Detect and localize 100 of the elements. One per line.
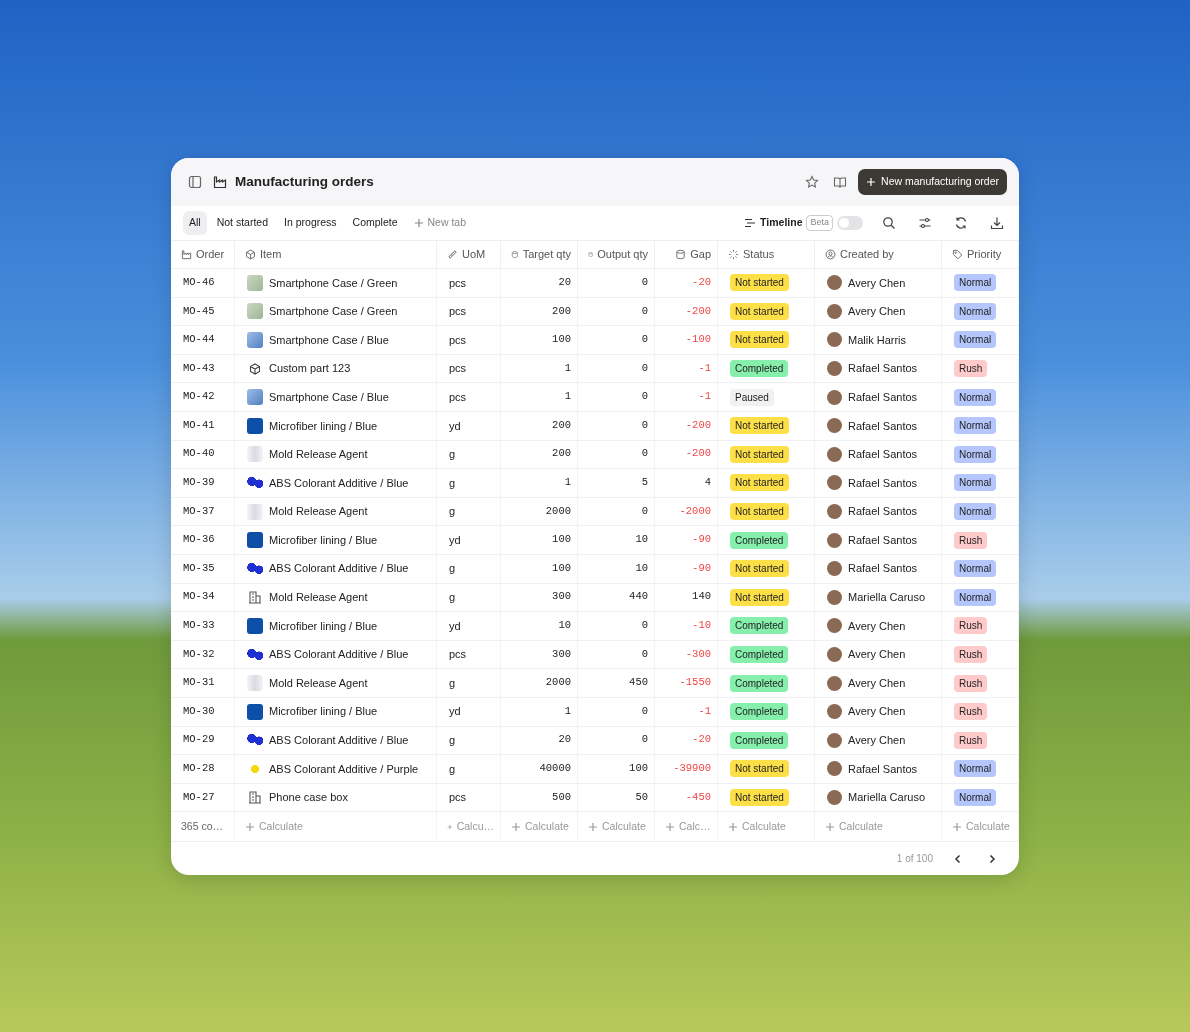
gap-qty: -200 bbox=[655, 440, 718, 470]
gap-qty: -1 bbox=[655, 354, 718, 384]
order-id: MO-39 bbox=[171, 469, 235, 498]
target-qty: 200 bbox=[501, 297, 578, 327]
new-order-button[interactable]: New manufacturing order bbox=[858, 169, 1007, 195]
order-id: MO-32 bbox=[171, 640, 235, 670]
plus-icon bbox=[245, 821, 255, 832]
priority-badge: Rush bbox=[954, 674, 988, 692]
avatar-circle bbox=[827, 561, 842, 577]
building-icon bbox=[247, 789, 263, 806]
output-qty: 0 bbox=[578, 497, 655, 527]
avatar-circle bbox=[827, 504, 842, 520]
target-qty: 200 bbox=[501, 411, 578, 441]
column-header[interactable]: UoM bbox=[437, 241, 501, 269]
unit-text: g bbox=[437, 554, 501, 584]
database-icon bbox=[588, 249, 594, 260]
column-header[interactable]: Item bbox=[235, 241, 437, 269]
gap-qty: -1 bbox=[655, 697, 718, 727]
creator-cell: Avery Chen bbox=[815, 269, 942, 298]
priority-badge: Rush bbox=[954, 731, 988, 749]
plus-icon bbox=[952, 821, 962, 832]
database-icon bbox=[511, 249, 519, 260]
avatar-circle bbox=[827, 389, 842, 405]
status-badge: Not started bbox=[730, 789, 789, 806]
order-id: MO-31 bbox=[171, 669, 235, 698]
status-badge: Not started bbox=[730, 560, 789, 578]
item-cell: Mold Release Agent bbox=[235, 583, 437, 613]
gap-qty: -1550 bbox=[655, 669, 718, 698]
target-qty: 2000 bbox=[501, 669, 578, 698]
output-qty: 5 bbox=[578, 469, 655, 498]
order-id: MO-27 bbox=[171, 783, 235, 813]
priority-badge: Normal bbox=[954, 274, 997, 292]
target-qty: 10 bbox=[501, 612, 578, 641]
gap-qty: -90 bbox=[655, 526, 718, 555]
column-header[interactable]: Output qty bbox=[578, 241, 655, 269]
view-tab[interactable]: All bbox=[183, 211, 207, 235]
column-header[interactable]: Priority bbox=[942, 241, 1019, 269]
output-qty: 0 bbox=[578, 726, 655, 756]
gap-qty: -90 bbox=[655, 554, 718, 584]
creator-cell: Avery Chen bbox=[815, 297, 942, 327]
cube-icon bbox=[245, 249, 256, 260]
new-tab-button[interactable]: New tab bbox=[407, 214, 473, 232]
target-qty: 2000 bbox=[501, 497, 578, 527]
item-cell: Smartphone Case / Green bbox=[235, 297, 437, 327]
creator-cell: Avery Chen bbox=[815, 669, 942, 698]
priority-badge: Normal bbox=[954, 560, 997, 578]
gap-qty: 140 bbox=[655, 583, 718, 613]
output-qty: 0 bbox=[578, 411, 655, 441]
status-badge: Not started bbox=[730, 503, 789, 521]
timeline-icon bbox=[744, 217, 757, 229]
order-id: MO-45 bbox=[171, 297, 235, 327]
output-qty: 0 bbox=[578, 383, 655, 412]
column-header[interactable]: Status bbox=[718, 241, 815, 269]
status-badge: Completed bbox=[730, 674, 789, 692]
status-badge: Completed bbox=[730, 617, 789, 635]
gap-qty: 4 bbox=[655, 469, 718, 498]
item-cell: Smartphone Case / Green bbox=[235, 269, 437, 298]
order-id: MO-33 bbox=[171, 612, 235, 641]
view-tab[interactable]: In progress bbox=[278, 211, 343, 235]
creator-cell: Mariella Caruso bbox=[815, 783, 942, 813]
column-header[interactable]: Created by bbox=[815, 241, 942, 269]
output-qty: 0 bbox=[578, 640, 655, 670]
gap-qty: -200 bbox=[655, 297, 718, 327]
column-header[interactable]: Target qty bbox=[501, 241, 578, 269]
gap-qty: -10 bbox=[655, 612, 718, 641]
unit-text: yd bbox=[437, 411, 501, 441]
avatar-circle bbox=[827, 761, 842, 777]
unit-text: pcs bbox=[437, 640, 501, 670]
status-badge: Completed bbox=[730, 531, 789, 549]
view-tab[interactable]: Not started bbox=[210, 211, 275, 235]
column-header[interactable]: Order bbox=[171, 241, 235, 269]
creator-cell: Avery Chen bbox=[815, 640, 942, 670]
unit-text: yd bbox=[437, 526, 501, 555]
target-qty: 1 bbox=[501, 697, 578, 727]
order-id: MO-28 bbox=[171, 755, 235, 784]
avatar-circle bbox=[827, 589, 842, 605]
timeline-toggle[interactable] bbox=[837, 216, 863, 230]
gap-qty: -1 bbox=[655, 383, 718, 412]
unit-text: pcs bbox=[437, 297, 501, 327]
creator-cell: Rafael Santos bbox=[815, 354, 942, 384]
column-header[interactable]: Gap bbox=[655, 241, 718, 269]
priority-badge: Normal bbox=[954, 302, 997, 320]
unit-text: pcs bbox=[437, 383, 501, 412]
avatar-circle bbox=[827, 704, 842, 720]
target-qty: 300 bbox=[501, 640, 578, 670]
plus-icon bbox=[413, 218, 424, 228]
creator-cell: Rafael Santos bbox=[815, 440, 942, 470]
loader-icon bbox=[728, 249, 739, 260]
avatar-circle bbox=[827, 790, 842, 805]
status-badge: Not started bbox=[730, 331, 789, 349]
unit-text: yd bbox=[437, 697, 501, 727]
order-id: MO-34 bbox=[171, 583, 235, 613]
creator-cell: Rafael Santos bbox=[815, 383, 942, 412]
timeline-label: Timeline bbox=[760, 215, 803, 231]
record-count: 365 co… bbox=[171, 812, 235, 843]
order-id: MO-43 bbox=[171, 354, 235, 384]
item-cell: ABS Colorant Additive / Purple bbox=[235, 755, 437, 784]
unit-text: g bbox=[437, 469, 501, 498]
view-tab[interactable]: Complete bbox=[346, 211, 404, 235]
output-qty: 0 bbox=[578, 326, 655, 355]
